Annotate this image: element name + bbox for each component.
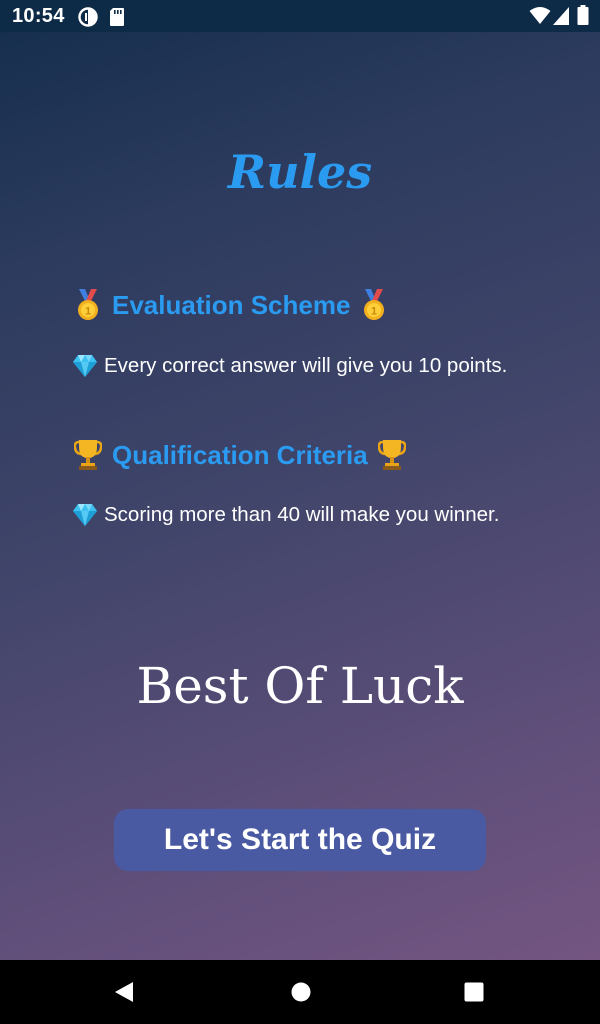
svg-text:1: 1 (371, 306, 377, 318)
page-title: Rules (227, 145, 373, 199)
navigation-bar (0, 960, 600, 1024)
home-icon[interactable] (290, 980, 312, 1009)
best-of-luck-text: Best Of Luck (136, 657, 464, 715)
back-icon[interactable] (113, 980, 135, 1009)
qualification-rule: Scoring more than 40 will make you winne… (72, 503, 499, 527)
qualification-criteria-heading: Qualification Criteria (73, 439, 407, 471)
rule-text: Every correct answer will give you 10 po… (104, 354, 508, 377)
cellular-signal-icon (552, 6, 570, 31)
recents-icon[interactable] (463, 980, 485, 1009)
evaluation-scheme-heading: 1 Evaluation Scheme 1 (74, 289, 388, 321)
evaluation-rule: Every correct answer will give you 10 po… (72, 354, 507, 378)
rules-content: Rules 1 Evaluation Scheme 1 Every correc… (0, 32, 600, 960)
medal-icon: 1 (360, 289, 388, 321)
wifi-icon (529, 6, 551, 31)
start-quiz-button[interactable]: Let's Start the Quiz (114, 809, 486, 871)
trophy-icon (73, 439, 103, 471)
rule-text: Scoring more than 40 will make you winne… (104, 503, 500, 526)
data-saver-icon (78, 7, 98, 32)
status-bar: 10:54 (0, 0, 600, 32)
section-heading-label: Qualification Criteria (112, 439, 368, 470)
battery-icon (577, 5, 589, 30)
trophy-icon (377, 439, 407, 471)
status-time: 10:54 (12, 5, 65, 27)
diamond-icon (72, 354, 98, 378)
diamond-icon (72, 503, 98, 527)
sd-card-icon (109, 7, 125, 32)
medal-icon: 1 (74, 289, 102, 321)
section-heading-label: Evaluation Scheme (112, 289, 351, 320)
svg-text:1: 1 (85, 306, 91, 318)
quiz-rules-screen: 10:54 Rules 1 Evaluation Scheme 1 Every … (0, 0, 600, 1024)
